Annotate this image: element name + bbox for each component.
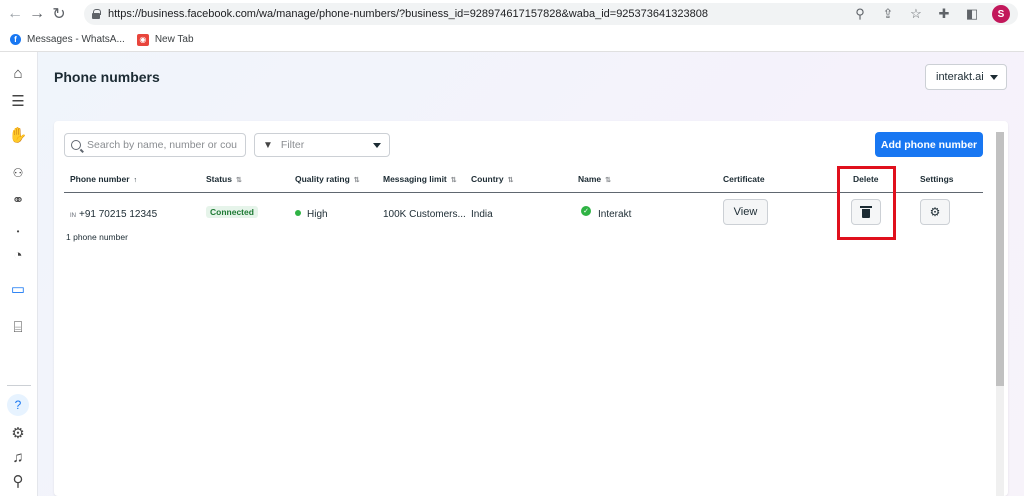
people-icon[interactable]: ⚇ [7, 162, 29, 184]
url-text: https://business.facebook.com/wa/manage/… [108, 8, 708, 20]
quality-dot-icon [295, 210, 301, 216]
back-arrow-icon[interactable]: ← [4, 3, 26, 25]
filter-label: Filter [280, 139, 305, 151]
column-header-certificate: Certificate [723, 174, 765, 184]
cell-phone-number: IN +91 70215 12345 [70, 209, 158, 220]
business-selector[interactable]: interakt.ai [925, 64, 1007, 90]
menu-icon[interactable]: ☰ [7, 90, 29, 112]
column-header-settings: Settings [920, 174, 954, 184]
verified-check-icon: ✓ [581, 206, 591, 216]
country-flag: IN [70, 213, 76, 219]
forward-arrow-icon[interactable]: → [26, 3, 48, 25]
gear-icon: ⚙ [929, 205, 941, 219]
column-header-quality-rating[interactable]: Quality rating ⇅ [295, 174, 360, 184]
zoom-icon[interactable]: ⚲ [852, 6, 868, 22]
sort-asc-icon: ↑ [133, 177, 138, 184]
lock-icon [92, 9, 101, 19]
address-bar[interactable]: https://business.facebook.com/wa/manage/… [84, 3, 1018, 25]
scrollbar-thumb[interactable] [996, 132, 1004, 386]
browser-toolbar: ← → ↻ https://business.facebook.com/wa/m… [0, 0, 1024, 28]
status-badge: Connected [206, 206, 258, 218]
business-selector-label: interakt.ai [936, 71, 984, 83]
scrollbar[interactable] [996, 132, 1004, 496]
facebook-icon: f [10, 34, 21, 45]
filter-funnel-icon: ▼ [263, 139, 273, 151]
notification-bell-icon[interactable]: ♫ [7, 446, 29, 468]
column-header-status[interactable]: Status ⇅ [206, 174, 242, 184]
row-count: 1 phone number [66, 232, 128, 242]
add-phone-number-button[interactable]: Add phone number [875, 132, 983, 157]
sidepanel-icon[interactable]: ◧ [964, 6, 980, 22]
search-icon [71, 140, 81, 150]
share-icon[interactable]: ⇪ [880, 6, 896, 22]
dot-icon: • [16, 226, 20, 236]
cell-messaging-limit: 100K Customers... [383, 209, 466, 220]
cell-country: India [471, 209, 493, 220]
delete-highlight-box [837, 166, 896, 240]
bookmark-new-tab[interactable]: ◉ New Tab [136, 33, 194, 46]
cell-name: Interakt [598, 209, 632, 220]
rail-divider [7, 385, 31, 386]
home-icon[interactable]: ⌂ [7, 62, 29, 84]
extensions-icon[interactable]: ✚ [936, 6, 952, 22]
link-icon[interactable]: ⚭ [7, 189, 29, 211]
reload-icon[interactable]: ↻ [48, 3, 70, 25]
left-nav-rail: ⌂ ☰ ✋ ⚇ ⚭ • ◔ ▭ ⌸ ? ⚙ ♫ ⚲ [0, 52, 38, 496]
search-field[interactable] [64, 133, 246, 157]
chevron-down-icon [990, 74, 998, 80]
profile-avatar[interactable]: S [992, 5, 1010, 23]
hands-logo-icon[interactable]: ✋ [7, 124, 29, 146]
new-tab-icon: ◉ [136, 33, 149, 46]
filter-dropdown[interactable]: ▼ Filter [254, 133, 390, 157]
chevron-down-icon [373, 142, 381, 148]
sort-icon: ⇅ [353, 177, 360, 184]
column-header-phone-number[interactable]: Phone number ↑ [70, 174, 137, 184]
settings-gear-icon[interactable]: ⚙ [7, 422, 29, 444]
sort-icon: ⇅ [235, 177, 242, 184]
search-icon[interactable]: ⚲ [7, 470, 29, 492]
view-certificate-button[interactable]: View [723, 199, 768, 225]
column-header-country[interactable]: Country ⇅ [471, 174, 513, 184]
sort-icon: ⇅ [507, 177, 514, 184]
bookmark-label: New Tab [154, 34, 194, 45]
dashboard-gauge-icon[interactable]: ◔ [7, 244, 29, 266]
column-header-messaging-limit[interactable]: Messaging limit ⇅ [383, 174, 457, 184]
bookmark-whatsapp[interactable]: f Messages - WhatsA... [10, 34, 125, 45]
settings-button[interactable]: ⚙ [920, 199, 950, 225]
cell-quality-rating: High [295, 209, 328, 220]
sort-icon: ⇅ [450, 177, 457, 184]
page-title: Phone numbers [54, 69, 160, 85]
sort-icon: ⇅ [605, 177, 612, 184]
bank-icon[interactable]: ⌸ [7, 316, 29, 338]
bookmarks-bar: f Messages - WhatsA... ◉ New Tab [0, 28, 1024, 52]
search-input[interactable] [87, 139, 237, 151]
bookmark-label: Messages - WhatsA... [27, 34, 125, 45]
briefcase-icon[interactable]: ▭ [7, 278, 29, 300]
column-header-name[interactable]: Name ⇅ [578, 174, 611, 184]
help-icon[interactable]: ? [7, 394, 29, 416]
main-content: Phone numbers interakt.ai ▼ Filter Add p… [38, 52, 1024, 496]
bookmark-star-icon[interactable]: ☆ [908, 6, 924, 22]
